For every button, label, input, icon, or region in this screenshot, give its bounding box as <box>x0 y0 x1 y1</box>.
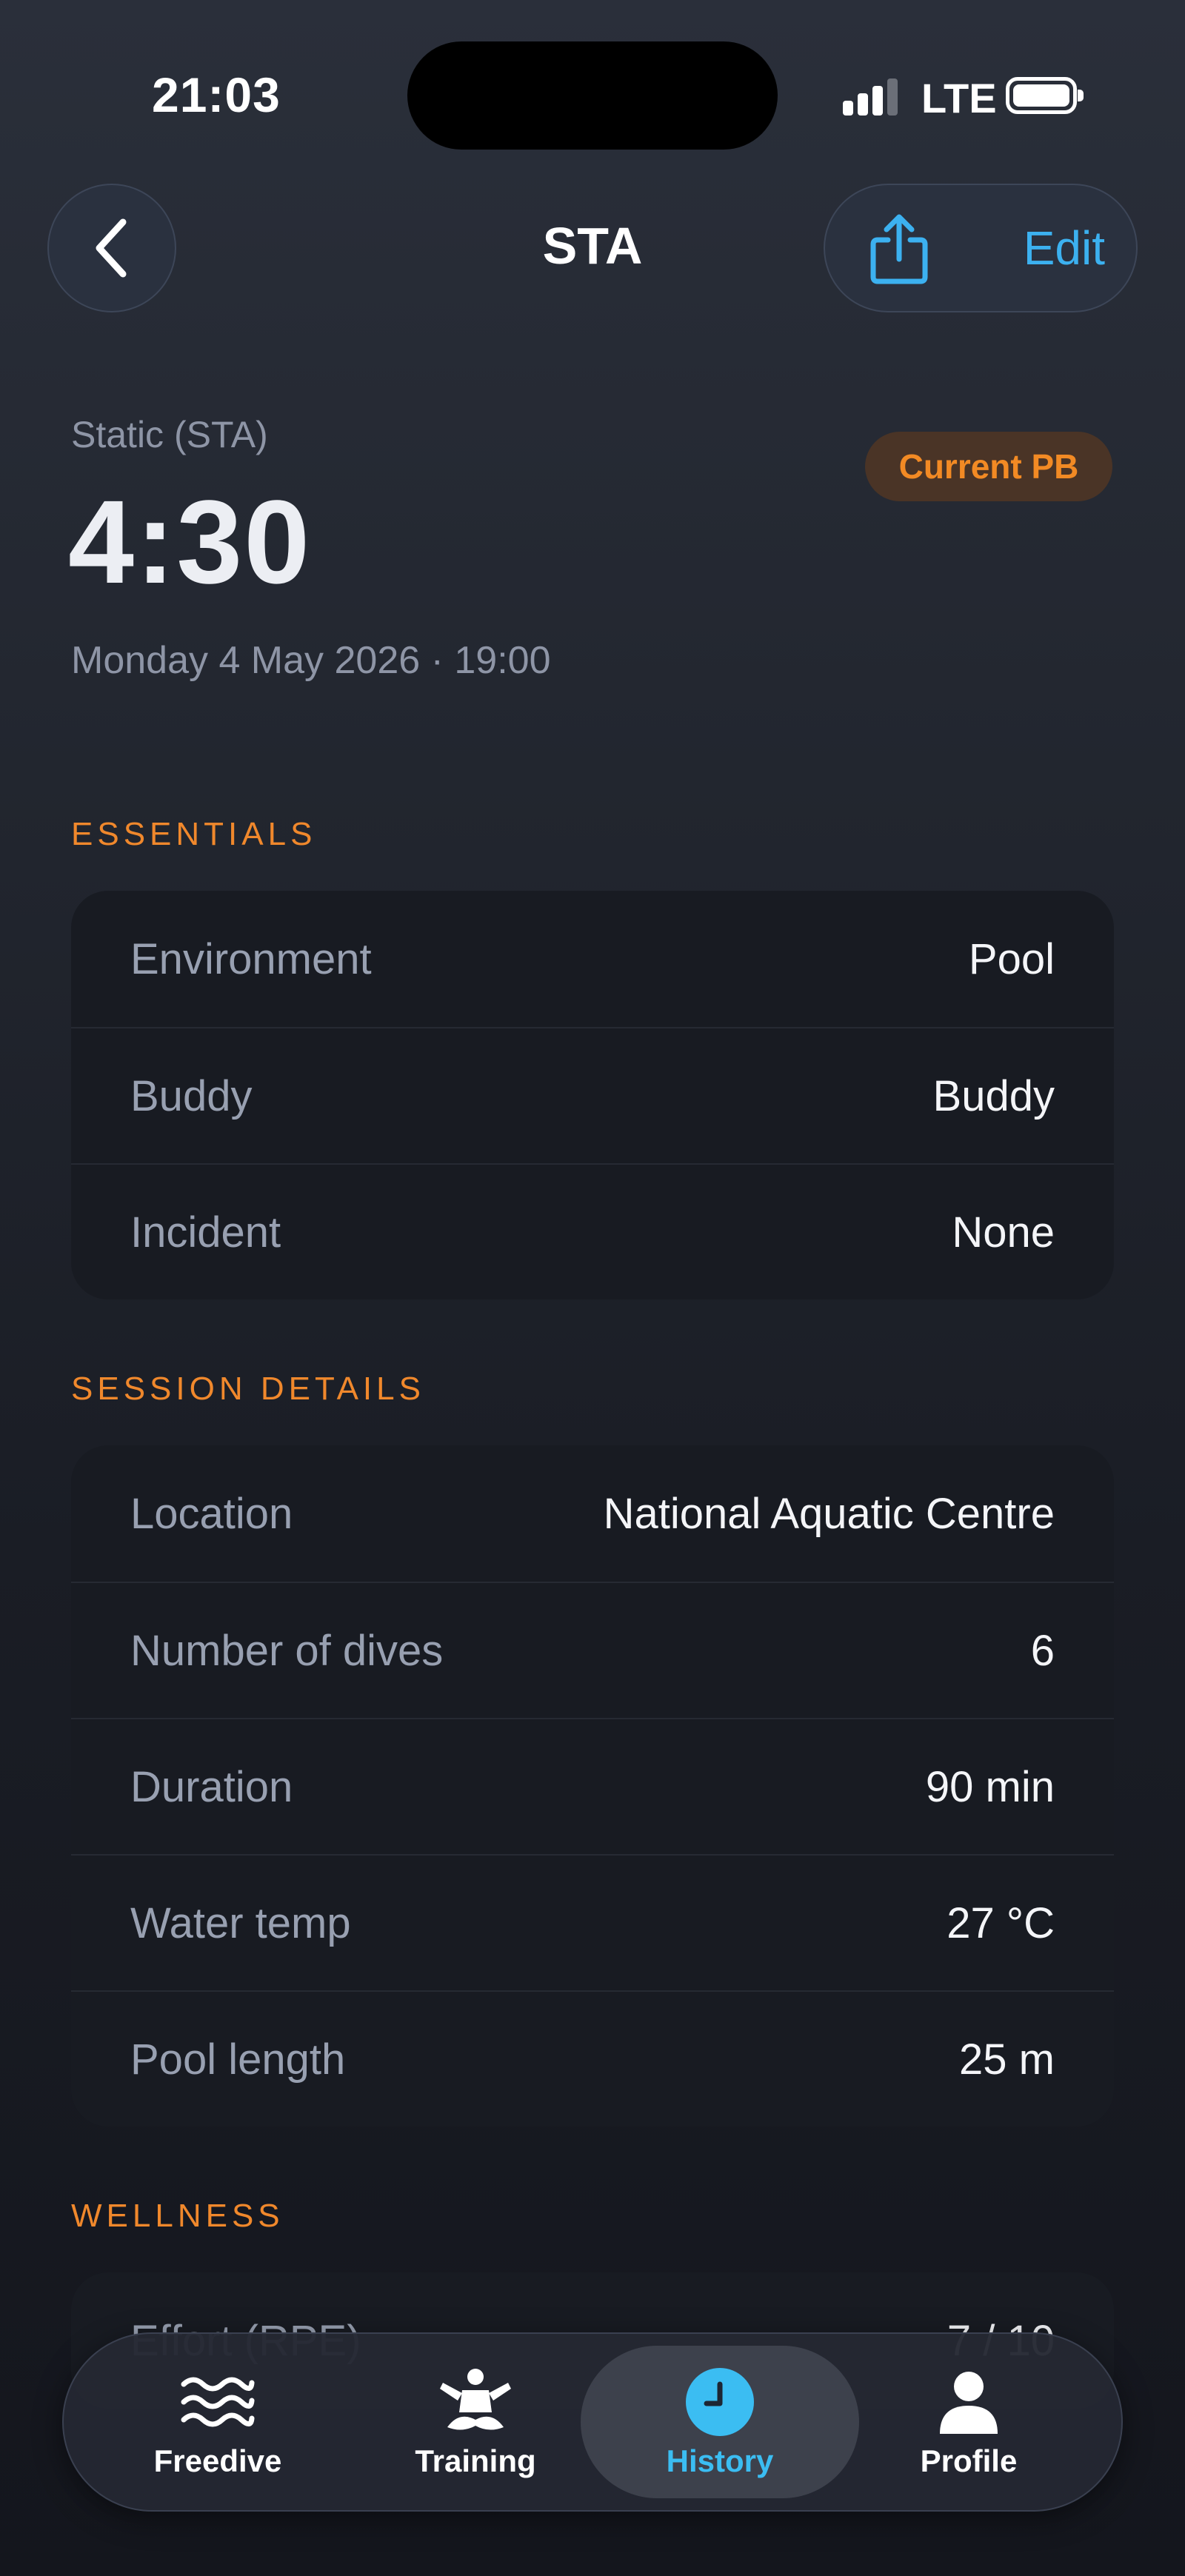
dynamic-island <box>407 41 778 150</box>
list-item[interactable]: Number of dives 6 <box>71 1582 1114 1718</box>
page-title: STA <box>542 217 643 275</box>
row-value: 27 °C <box>947 1898 1055 1947</box>
list-item[interactable]: Incident None <box>71 1163 1114 1299</box>
row-label: Pool length <box>130 2035 346 2084</box>
row-label: Incident <box>130 1208 281 1257</box>
row-value: 25 m <box>959 2035 1055 2084</box>
clock-icon <box>679 2365 761 2439</box>
person-icon <box>928 2365 1009 2439</box>
list-item[interactable]: Buddy Buddy <box>71 1027 1114 1163</box>
session-date: Monday 4 May 2026 · 19:00 <box>71 639 551 682</box>
row-label: Environment <box>130 934 372 983</box>
row-value: None <box>952 1208 1055 1257</box>
tab-profile[interactable]: Profile <box>830 2346 1108 2498</box>
list-item[interactable]: Location National Aquatic Centre <box>71 1445 1114 1582</box>
chevron-left-icon <box>96 218 127 278</box>
row-label: Buddy <box>130 1071 253 1120</box>
section-header-wellness: WELLNESS <box>71 2198 284 2234</box>
tab-freedive[interactable]: Freedive <box>79 2346 357 2498</box>
list-item[interactable]: Duration 90 min <box>71 1718 1114 1854</box>
waves-icon <box>177 2365 258 2439</box>
list-item[interactable]: Pool length 25 m <box>71 1990 1114 2127</box>
list-item[interactable]: Water temp 27 °C <box>71 1854 1114 1990</box>
result-value: 4:30 <box>68 475 312 608</box>
row-label: Water temp <box>130 1898 351 1947</box>
nav-actions: Edit <box>824 184 1138 312</box>
discipline-label: Static (STA) <box>71 414 268 455</box>
row-label: Number of dives <box>130 1626 444 1675</box>
row-label: Location <box>130 1489 293 1538</box>
tab-bar: Freedive Training History Profile <box>62 2332 1123 2512</box>
row-label: Duration <box>130 1762 293 1811</box>
row-value: National Aquatic Centre <box>603 1489 1055 1538</box>
session-details-card: Location National Aquatic Centre Number … <box>71 1445 1114 2127</box>
meditation-icon <box>435 2365 516 2439</box>
tab-training[interactable]: Training <box>336 2346 615 2498</box>
signal-icon <box>843 77 902 116</box>
tab-label: Profile <box>920 2443 1018 2478</box>
row-value: 90 min <box>925 1762 1055 1811</box>
row-value: Pool <box>968 934 1055 983</box>
tab-label: Training <box>415 2443 536 2478</box>
battery-icon <box>1006 77 1084 114</box>
status-badge: Current PB <box>865 432 1112 501</box>
edit-button[interactable]: Edit <box>1024 221 1105 275</box>
share-icon <box>870 214 928 284</box>
tab-label: Freedive <box>153 2443 282 2478</box>
row-value: Buddy <box>932 1071 1055 1120</box>
network-label: LTE <box>921 75 997 121</box>
section-header-essentials: ESSENTIALS <box>71 816 317 852</box>
back-button[interactable] <box>47 184 176 312</box>
row-value: 6 <box>1030 1626 1055 1675</box>
share-button[interactable] <box>855 206 944 292</box>
essentials-card: Environment Pool Buddy Buddy Incident No… <box>71 891 1114 1299</box>
tab-label: History <box>666 2443 774 2478</box>
status-bar: 21:03 LTE <box>0 0 1185 193</box>
list-item[interactable]: Environment Pool <box>71 891 1114 1027</box>
section-header-session-details: SESSION DETAILS <box>71 1371 425 1407</box>
tab-history[interactable]: History <box>581 2346 859 2498</box>
status-time: 21:03 <box>152 67 281 122</box>
